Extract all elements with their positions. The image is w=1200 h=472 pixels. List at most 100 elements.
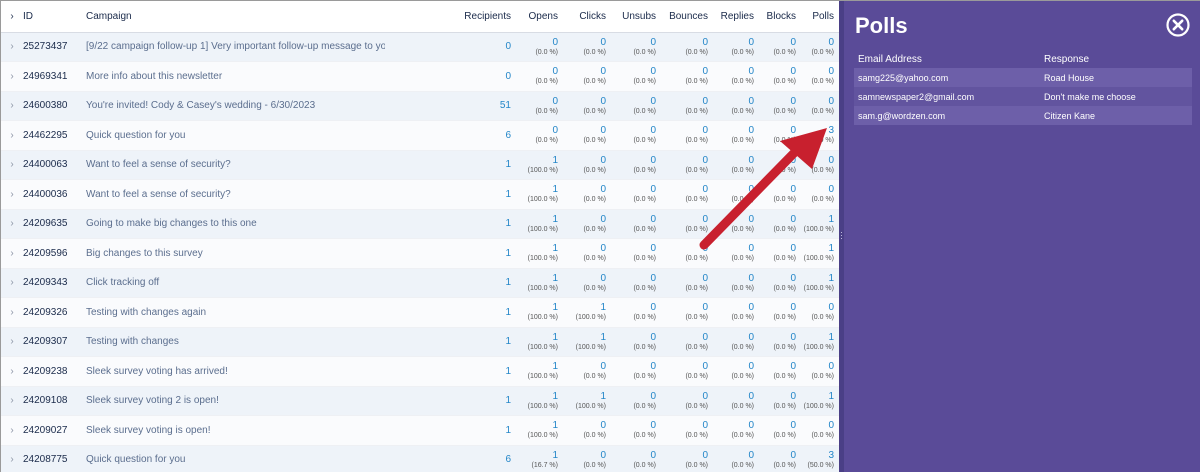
replies-count-link[interactable]: 0 [713,37,754,48]
table-row[interactable]: › 24462295 Quick question for you 6 0 (0.0 %)… [1,120,839,151]
bounces-count-link[interactable]: 0 [661,450,708,461]
bounces-count-link[interactable]: 0 [661,37,708,48]
blocks-count-link[interactable]: 0 [759,125,796,136]
bounces-count-link[interactable]: 0 [661,420,708,431]
polls-count-link[interactable]: 3 [801,450,834,461]
unsubs-count-link[interactable]: 0 [611,66,656,77]
replies-count-link[interactable]: 0 [713,391,754,402]
opens-count-link[interactable]: 1 [515,420,558,431]
polls-count-link[interactable]: 0 [801,66,834,77]
replies-count-link[interactable]: 0 [713,361,754,372]
bounces-count-link[interactable]: 0 [661,214,708,225]
table-row[interactable]: › 24400063 Want to feel a sense of securit… [1,150,839,180]
table-row[interactable]: › 24969341 More info about this newsletter… [1,61,839,92]
clicks-count-link[interactable]: 0 [563,184,606,195]
blocks-count-link[interactable]: 0 [759,184,796,195]
table-row[interactable]: › 24209307 Testing with changes 1 1 (100.0 %)… [1,327,839,357]
table-row[interactable]: › 24600380 You're invited! Cody & Casey's … [1,91,839,121]
close-panel-button[interactable] [1166,13,1190,37]
recipients-count-link[interactable]: 1 [505,307,511,318]
opens-count-link[interactable]: 1 [515,391,558,402]
recipients-count-link[interactable]: 1 [505,248,511,259]
opens-count-link[interactable]: 1 [515,361,558,372]
unsubs-count-link[interactable]: 0 [611,184,656,195]
opens-count-link[interactable]: 1 [515,273,558,284]
opens-count-link[interactable]: 1 [515,155,558,166]
recipients-count-link[interactable]: 1 [505,425,511,436]
table-row[interactable]: › 24209326 Testing with changes again 1 1 (10… [1,297,839,328]
polls-count-link[interactable]: 1 [801,214,834,225]
bounces-count-link[interactable]: 0 [661,332,708,343]
clicks-count-link[interactable]: 0 [563,125,606,136]
polls-count-link[interactable]: 1 [801,243,834,254]
blocks-count-link[interactable]: 0 [759,450,796,461]
unsubs-count-link[interactable]: 0 [611,96,656,107]
blocks-count-link[interactable]: 0 [759,214,796,225]
opens-count-link[interactable]: 1 [515,214,558,225]
bounces-count-link[interactable]: 0 [661,391,708,402]
opens-count-link[interactable]: 0 [515,125,558,136]
table-row[interactable]: › 24209635 Going to make big changes to th… [1,209,839,239]
bounces-count-link[interactable]: 0 [661,273,708,284]
recipients-count-link[interactable]: 6 [505,130,511,141]
header-replies[interactable]: Replies [713,1,759,33]
bounces-count-link[interactable]: 0 [661,66,708,77]
replies-count-link[interactable]: 0 [713,450,754,461]
expand-row-chevron-icon[interactable]: › [1,209,23,239]
unsubs-count-link[interactable]: 0 [611,332,656,343]
opens-count-link[interactable]: 1 [515,184,558,195]
expand-row-chevron-icon[interactable]: › [1,268,23,298]
clicks-count-link[interactable]: 0 [563,243,606,254]
expand-row-chevron-icon[interactable]: › [1,179,23,210]
blocks-count-link[interactable]: 0 [759,66,796,77]
recipients-count-link[interactable]: 1 [505,277,511,288]
replies-count-link[interactable]: 0 [713,332,754,343]
expand-row-chevron-icon[interactable]: › [1,327,23,357]
header-bounces[interactable]: Bounces [661,1,713,33]
blocks-count-link[interactable]: 0 [759,361,796,372]
expand-row-chevron-icon[interactable]: › [1,415,23,446]
clicks-count-link[interactable]: 0 [563,420,606,431]
header-polls[interactable]: Polls [801,1,839,33]
expand-row-chevron-icon[interactable]: › [1,150,23,180]
table-row[interactable]: › 24209238 Sleek survey voting has arrived… [1,356,839,387]
recipients-count-link[interactable]: 0 [505,41,511,52]
polls-count-link[interactable]: 0 [801,302,834,313]
opens-count-link[interactable]: 1 [515,302,558,313]
blocks-count-link[interactable]: 0 [759,332,796,343]
bounces-count-link[interactable]: 0 [661,184,708,195]
unsubs-count-link[interactable]: 0 [611,155,656,166]
table-row[interactable]: › 24400036 Want to feel a sense of securit… [1,179,839,210]
blocks-count-link[interactable]: 0 [759,420,796,431]
polls-count-link[interactable]: 0 [801,420,834,431]
clicks-count-link[interactable]: 0 [563,37,606,48]
polls-count-link[interactable]: 1 [801,332,834,343]
expand-row-chevron-icon[interactable]: › [1,445,23,472]
header-campaign[interactable]: Campaign [85,1,385,33]
table-row[interactable]: › 24209596 Big changes to this survey 1 1 (10… [1,238,839,269]
replies-count-link[interactable]: 0 [713,66,754,77]
polls-count-link[interactable]: 1 [801,273,834,284]
bounces-count-link[interactable]: 0 [661,361,708,372]
unsubs-count-link[interactable]: 0 [611,273,656,284]
polls-count-link[interactable]: 0 [801,361,834,372]
table-row[interactable]: › 24209108 Sleek survey voting 2 is open! 1… [1,386,839,416]
header-recipients[interactable]: Recipients [385,1,515,33]
recipients-count-link[interactable]: 0 [505,71,511,82]
opens-count-link[interactable]: 0 [515,66,558,77]
clicks-count-link[interactable]: 0 [563,66,606,77]
expand-row-chevron-icon[interactable]: › [1,32,23,62]
expand-row-chevron-icon[interactable]: › [1,297,23,328]
header-id[interactable]: ID [23,1,85,33]
bounces-count-link[interactable]: 0 [661,125,708,136]
blocks-count-link[interactable]: 0 [759,96,796,107]
recipients-count-link[interactable]: 1 [505,336,511,347]
expand-row-chevron-icon[interactable]: › [1,91,23,121]
opens-count-link[interactable]: 1 [515,243,558,254]
bounces-count-link[interactable]: 0 [661,243,708,254]
unsubs-count-link[interactable]: 0 [611,37,656,48]
clicks-count-link[interactable]: 0 [563,361,606,372]
table-row[interactable]: › 24209343 Click tracking off 1 1 (100.0 %) 0(… [1,268,839,298]
expand-row-chevron-icon[interactable]: › [1,386,23,416]
unsubs-count-link[interactable]: 0 [611,125,656,136]
